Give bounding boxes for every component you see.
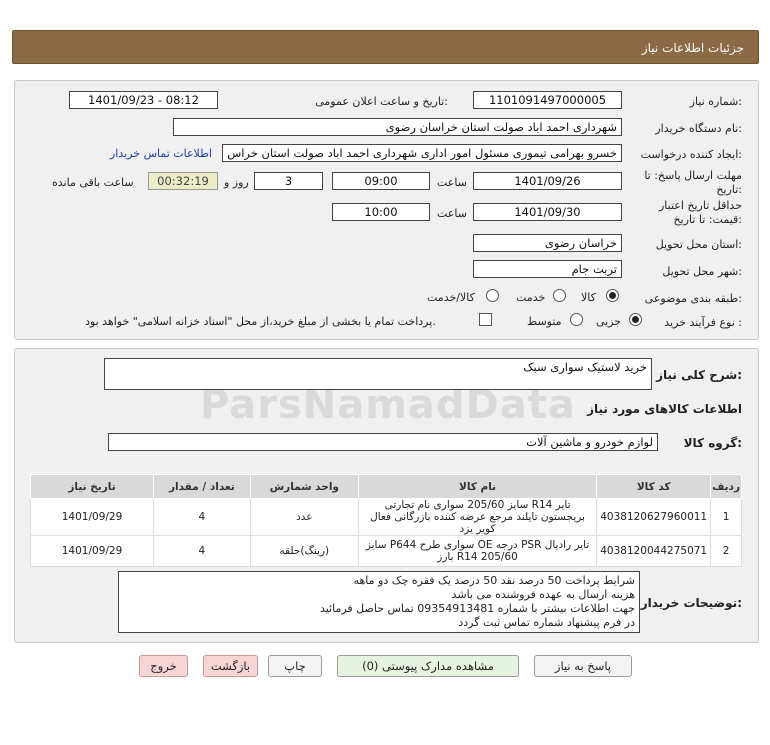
days-field: 3 [254,172,323,190]
goods-group-label: گروه کالا: [683,436,742,450]
process-label: نوع فرآیند خرید : [664,316,742,329]
cell-index: 1 [710,498,742,536]
col-code: کد کالا [596,474,712,499]
general-description-label: شرح کلی نیاز: [656,368,742,382]
remaining-label: ساعت باقی مانده [52,176,134,189]
province-field: خراسان رضوی [473,234,622,252]
validity-time-label: ساعت [437,207,467,220]
deadline-label: مهلت ارسال پاسخ: تا تاریخ: [644,169,742,196]
buyer-contact-link[interactable]: اطلاعات تماس خریدار [110,147,212,160]
cell-name: تایر R14 سایز 205/60 سواری نام تجارتی بر… [357,498,598,536]
category-label: طبقه بندی موضوعی: [644,292,742,305]
buyer-note-line: شرایط پرداخت 50 درصد نقد 50 درصد یک فقره… [353,574,635,587]
category-radio-service[interactable] [553,289,566,302]
city-label: شهر محل تحویل: [662,265,742,278]
buyer-org-field: شهرداری احمد اباد صولت استان خراسان رضوی [173,118,622,136]
buyer-org-label: نام دستگاه خریدار: [655,122,742,135]
remaining-timer: 00:32:19 [148,172,218,190]
creator-label: ایجاد کننده درخواست: [640,148,742,161]
cell-code: 4038120044275071 [596,535,712,567]
cell-unit: (رینگ)حلقه [249,535,359,567]
cell-qty: 4 [153,535,251,567]
category-radio-goods[interactable] [606,289,619,302]
col-unit: واحد شمارش [249,474,359,499]
page-header: جزئیات اطلاعات نیاز [12,30,759,64]
city-field: تربت جام [473,260,622,278]
deadline-date-field: 1401/09/26 [473,172,622,190]
province-label: استان محل تحویل: [655,238,742,251]
general-description-field: خرید لاستیک سواری سبک [104,358,652,390]
announce-label: تاریخ و ساعت اعلان عمومی: [315,95,448,108]
print-button[interactable]: چاپ [268,655,322,677]
table-header-row: ردیف کد کالا نام کالا واحد شمارش تعداد /… [29,474,742,499]
back-button[interactable]: بازگشت [203,655,258,677]
category-option-goods-service: کالا/خدمت [427,291,475,304]
cell-date: 1401/09/29 [29,535,155,567]
table-row[interactable]: 1 4038120627960011 تایر R14 سایز 205/60 … [29,498,742,536]
col-index: ردیف [710,474,742,499]
category-radio-goods-service[interactable] [486,289,499,302]
treasury-payment-checkbox[interactable] [479,313,492,326]
table-row[interactable]: 2 4038120044275071 تایر رادیال PSR درجه … [29,535,742,567]
cell-index: 2 [710,535,742,567]
buyer-notes-box: شرایط پرداخت 50 درصد نقد 50 درصد یک فقره… [118,571,640,633]
view-attachments-button[interactable]: مشاهده مدارک پیوستی (0) [337,655,519,677]
category-option-goods: کالا [581,291,596,304]
buyer-note-line: در فرم پیشنهاد شماره تماس ثبت گردد [458,616,635,629]
process-option-medium: متوسط [527,315,562,328]
col-qty: تعداد / مقدار [153,474,251,499]
goods-info-title: اطلاعات کالاهای مورد نیاز [587,402,742,416]
announce-date-field: 1401/09/23 - 08:12 [69,91,218,109]
category-option-service: خدمت [516,291,546,304]
deadline-time-label: ساعت [437,176,467,189]
validity-label: حداقل تاریخ اعتبار قیمت: تا تاریخ: [658,199,742,226]
cell-unit: عدد [249,498,359,536]
deadline-time-field: 09:00 [332,172,430,190]
col-name: نام کالا [357,474,598,499]
validity-time-field: 10:00 [332,203,430,221]
buyer-note-line: جهت اطلاعات بیشتر با شماره 09354913481 ت… [319,602,635,615]
cell-name: تایر رادیال PSR درجه OE سواری طرح P644 س… [357,535,598,567]
exit-button[interactable]: خروج [139,655,188,677]
treasury-payment-note: پرداخت تمام یا بخشی از مبلغ خرید،از محل … [85,315,436,328]
validity-date-field: 1401/09/30 [473,203,622,221]
col-date: تاریخ نیاز [29,474,155,499]
process-option-minor: جزیی [596,315,622,328]
goods-group-field: لوازم خودرو و ماشین آلات [108,433,658,451]
reply-button[interactable]: پاسخ به نیاز [534,655,632,677]
need-number-field: 1101091497000005 [473,91,622,109]
buyer-notes-label: توضیحات خریدار: [640,596,742,610]
cell-qty: 4 [153,498,251,536]
buyer-note-line: هزینه ارسال به عهده فروشنده می باشد [451,588,635,601]
cell-date: 1401/09/29 [29,498,155,536]
creator-field: خسرو بهرامی تیموری مسئول امور اداری شهرد… [222,144,622,162]
process-radio-medium[interactable] [570,313,583,326]
process-radio-minor[interactable] [629,313,642,326]
goods-table: ردیف کد کالا نام کالا واحد شمارش تعداد /… [29,474,742,567]
need-number-label: شماره نیاز: [689,95,742,108]
cell-code: 4038120627960011 [596,498,712,536]
days-label: روز و [224,176,249,189]
page-title: جزئیات اطلاعات نیاز [641,41,744,55]
